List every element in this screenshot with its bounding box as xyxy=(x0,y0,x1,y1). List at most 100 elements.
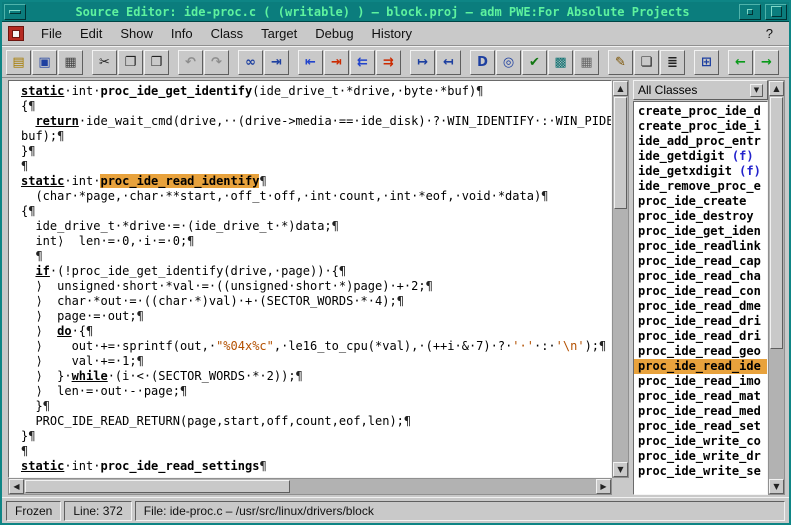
code-line[interactable]: {¶ xyxy=(21,99,611,114)
code-area[interactable]: static·int·proc_ide_get_identify(ide_dri… xyxy=(8,80,612,478)
class-browser-button[interactable]: ▩ xyxy=(548,50,573,75)
code-line[interactable]: static·int·proc_ide_read_settings¶ xyxy=(21,459,611,474)
code-line[interactable]: buf);¶ xyxy=(21,129,611,144)
trace-button[interactable]: ◎ xyxy=(496,50,521,75)
cut-button[interactable]: ✂ xyxy=(92,50,117,75)
shift-right-button[interactable]: ⇉ xyxy=(376,50,401,75)
class-item[interactable]: proc_ide_get_iden xyxy=(634,224,767,239)
code-line[interactable]: ⟩ unsigned·short·*val·=·((unsigned·short… xyxy=(21,279,611,294)
windows-button[interactable]: ⊞ xyxy=(694,50,719,75)
code-line[interactable]: ⟩ out·+=·sprintf(out,·"%04x%c",·le16_to_… xyxy=(21,339,611,354)
check-results-button[interactable]: ✔ xyxy=(522,50,547,75)
save-button[interactable]: ▣ xyxy=(32,50,57,75)
code-line[interactable]: }¶ xyxy=(21,429,611,444)
menu-info[interactable]: Info xyxy=(162,23,202,44)
class-item[interactable]: proc_ide_read_mat xyxy=(634,389,767,404)
class-item[interactable]: proc_ide_write_co xyxy=(634,434,767,449)
code-line[interactable]: ⟩ len·=·out·-·page;¶ xyxy=(21,384,611,399)
paste-button[interactable]: ❒ xyxy=(144,50,169,75)
back-button[interactable]: ← xyxy=(728,50,753,75)
class-item[interactable]: proc_ide_create xyxy=(634,194,767,209)
code-line[interactable]: ⟩ char·*out·=·((char·*)val)·+·(SECTOR_WO… xyxy=(21,294,611,309)
class-item[interactable]: proc_ide_read_imo xyxy=(634,374,767,389)
class-filter-dropdown[interactable]: All Classes ▼ xyxy=(633,80,768,100)
menu-help[interactable]: ? xyxy=(758,23,781,44)
class-item[interactable]: proc_ide_read_med xyxy=(634,404,767,419)
class-item[interactable]: proc_ide_read_dri xyxy=(634,314,767,329)
redo-button[interactable]: ↷ xyxy=(204,50,229,75)
unindent-button[interactable]: ⇤ xyxy=(298,50,323,75)
class-item[interactable]: proc_ide_destroy xyxy=(634,209,767,224)
find-button[interactable]: ∞ xyxy=(238,50,263,75)
class-item[interactable]: proc_ide_read_dme xyxy=(634,299,767,314)
menu-class[interactable]: Class xyxy=(202,23,253,44)
new-page-button[interactable]: ❏ xyxy=(634,50,659,75)
debugger-button[interactable]: D xyxy=(470,50,495,75)
class-item[interactable]: ide_getxdigit (f) xyxy=(634,164,767,179)
class-scroll-down-button[interactable]: ▼ xyxy=(769,479,784,494)
code-line[interactable]: PROC_IDE_READ_RETURN(page,start,off,coun… xyxy=(21,414,611,429)
class-item[interactable]: proc_ide_read_cha xyxy=(634,269,767,284)
code-line[interactable]: ide_drive_t·*drive·=·(ide_drive_t·*)data… xyxy=(21,219,611,234)
code-line[interactable]: ¶ xyxy=(21,249,611,264)
forward-button[interactable]: → xyxy=(754,50,779,75)
menu-edit[interactable]: Edit xyxy=(71,23,111,44)
shift-left-button[interactable]: ⇇ xyxy=(350,50,375,75)
code-line[interactable]: }¶ xyxy=(21,399,611,414)
undo-button[interactable]: ↶ xyxy=(178,50,203,75)
class-vscroll-thumb[interactable] xyxy=(770,97,783,349)
indent-button[interactable]: ⇥ xyxy=(324,50,349,75)
class-item[interactable]: proc_ide_read_geo xyxy=(634,344,767,359)
editor-vertical-scrollbar[interactable]: ▲ ▼ xyxy=(612,80,629,478)
copy-button[interactable]: ❐ xyxy=(118,50,143,75)
class-item[interactable]: ide_getdigit (f) xyxy=(634,149,767,164)
editor-vscroll-thumb[interactable] xyxy=(614,97,627,209)
code-line[interactable]: ⟩ page·=·out;¶ xyxy=(21,309,611,324)
goto-reference-button[interactable]: ↤ xyxy=(436,50,461,75)
code-line[interactable]: ⟩ }·while·(i·<·(SECTOR_WORDS·*·2));¶ xyxy=(21,369,611,384)
code-line[interactable]: {¶ xyxy=(21,204,611,219)
menu-show[interactable]: Show xyxy=(111,23,162,44)
window-menu-button[interactable] xyxy=(4,4,26,20)
class-item[interactable]: proc_ide_write_dr xyxy=(634,449,767,464)
class-scroll-up-button[interactable]: ▲ xyxy=(769,81,784,96)
code-line[interactable]: ¶ xyxy=(21,159,611,174)
code-line[interactable]: ⟩ val·+=·1;¶ xyxy=(21,354,611,369)
class-item[interactable]: proc_ide_write_se xyxy=(634,464,767,479)
open-button[interactable]: ▤ xyxy=(6,50,31,75)
code-line[interactable]: int⟩ len·=·0,·i·=·0;¶ xyxy=(21,234,611,249)
goto-definition-button[interactable]: ↦ xyxy=(410,50,435,75)
scroll-up-button[interactable]: ▲ xyxy=(613,81,628,96)
code-line[interactable]: if·(!proc_ide_get_identify(drive,·page))… xyxy=(21,264,611,279)
scroll-down-button[interactable]: ▼ xyxy=(613,462,628,477)
edit-note-button[interactable]: ✎ xyxy=(608,50,633,75)
code-line[interactable]: return·ide_wait_cmd(drive,··(drive->medi… xyxy=(21,114,611,129)
menu-history[interactable]: History xyxy=(363,23,421,44)
code-line[interactable]: static·int·proc_ide_get_identify(ide_dri… xyxy=(21,84,611,99)
edit-list-button[interactable]: ≣ xyxy=(660,50,685,75)
class-item[interactable]: proc_ide_read_set xyxy=(634,419,767,434)
class-item[interactable]: ide_remove_proc_e xyxy=(634,179,767,194)
code-line[interactable]: static·int·proc_ide_read_identify¶ xyxy=(21,174,611,189)
code-line[interactable]: ⟩ do·{¶ xyxy=(21,324,611,339)
class-item[interactable]: proc_ide_readlink xyxy=(634,239,767,254)
hierarchy-button[interactable]: ▦ xyxy=(574,50,599,75)
class-list-scrollbar[interactable]: ▲ ▼ xyxy=(768,80,785,495)
print-button[interactable]: ▦ xyxy=(58,50,83,75)
maximize-button[interactable] xyxy=(765,4,787,20)
dropdown-arrow-button[interactable]: ▼ xyxy=(750,84,763,97)
code-line[interactable]: ¶ xyxy=(21,444,611,459)
class-item[interactable]: proc_ide_read_dri xyxy=(634,329,767,344)
scroll-right-button[interactable]: ▶ xyxy=(596,479,611,494)
menu-target[interactable]: Target xyxy=(252,23,306,44)
code-line[interactable]: (char·*page,·char·**start,·off_t·off,·in… xyxy=(21,189,611,204)
titlebar[interactable]: Source Editor: ide-proc.c ( (writable) )… xyxy=(2,2,789,22)
editor-hscroll-thumb[interactable] xyxy=(25,480,290,493)
class-item[interactable]: create_proc_ide_d xyxy=(634,104,767,119)
editor-horizontal-scrollbar[interactable]: ◀ ▶ xyxy=(8,478,612,495)
class-item[interactable]: proc_ide_read_con xyxy=(634,284,767,299)
code-line[interactable]: }¶ xyxy=(21,144,611,159)
class-item[interactable]: proc_ide_read_cap xyxy=(634,254,767,269)
class-item[interactable]: ide_add_proc_entr xyxy=(634,134,767,149)
class-item[interactable]: create_proc_ide_i xyxy=(634,119,767,134)
